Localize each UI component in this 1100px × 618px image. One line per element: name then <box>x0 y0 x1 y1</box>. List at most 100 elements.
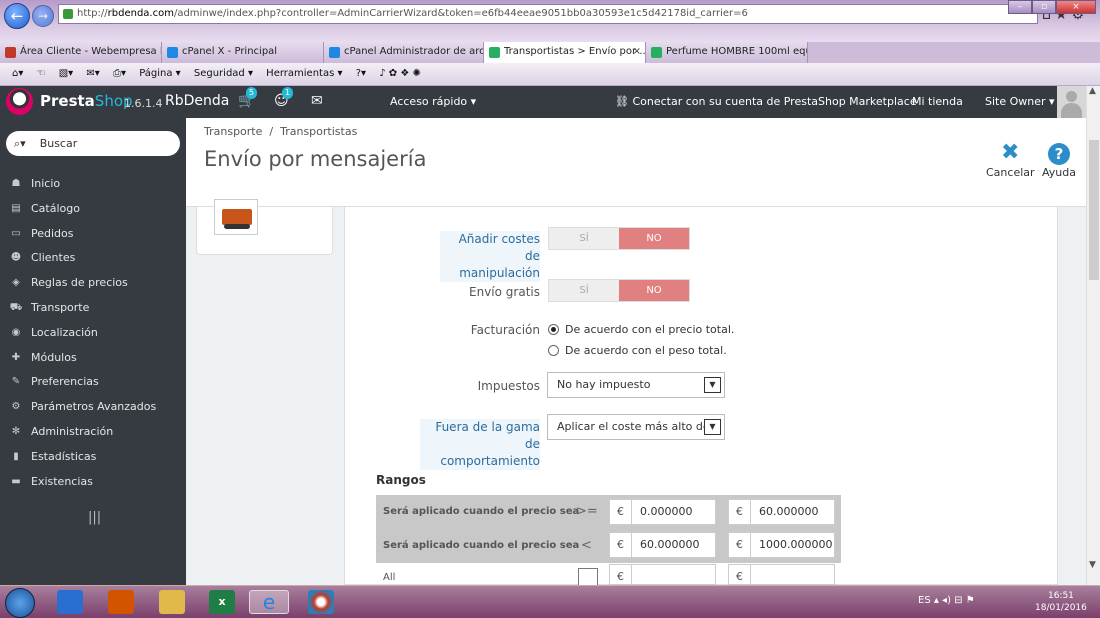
ranges-title: Rangos <box>376 473 426 487</box>
tax-select[interactable]: No hay impuesto ▼ <box>547 372 725 398</box>
breadcrumb-transportistas[interactable]: Transportistas <box>280 125 357 138</box>
customer-icon[interactable]: ☺ 1 <box>274 87 294 109</box>
avatar[interactable] <box>1057 86 1086 118</box>
range-to-input[interactable]: €1000.000000 <box>728 532 835 558</box>
out-of-range-select[interactable]: Aplicar el coste más alto de l ▼ <box>547 414 725 440</box>
sidebar-item-parametros-avanzados[interactable]: ⚙ Parámetros Avanzados <box>0 395 186 420</box>
collapse-sidebar-icon[interactable]: ||| <box>88 510 101 525</box>
search-icon[interactable]: ⌕▾ <box>14 137 26 150</box>
range-from-input[interactable]: €60.000000 <box>609 532 716 558</box>
cancel-button[interactable]: ✖ Cancelar <box>986 140 1035 179</box>
admin-sidebar: ⌕▾ Buscar ☗ Inicio ▤ Catálogo ▭ Pedidos ☻ Cli… <box>0 118 186 585</box>
version: 1.6.1.4 <box>124 97 163 110</box>
billing-label: Facturación <box>470 323 540 337</box>
billing-radio-weight[interactable]: De acuerdo con el peso total. <box>548 344 727 358</box>
marketplace-connect-link[interactable]: ⛓ Conectar con su cuenta de PrestaShop M… <box>615 95 917 108</box>
tray-icons[interactable]: ▴ ◂) ⊟ ⚑ <box>931 595 975 606</box>
feeds-icon[interactable]: ▧▾ <box>59 68 73 79</box>
book-icon: ▤ <box>11 202 21 214</box>
hand-icon[interactable]: ☜ <box>37 68 46 79</box>
address-bar[interactable]: http://rbdenda.com/adminwe/index.php?con… <box>58 4 1038 24</box>
print-icon[interactable]: ⎙▾ <box>113 68 126 79</box>
switch-no[interactable]: NO <box>619 280 689 301</box>
clock[interactable]: 16:51 18/01/2016 <box>1035 590 1087 614</box>
switch-yes[interactable]: SÍ <box>549 228 619 249</box>
sidebar-menu: ☗ Inicio ▤ Catálogo ▭ Pedidos ☻ Clientes ◈ Re… <box>0 172 186 494</box>
mail-icon[interactable]: ✉▾ <box>86 68 99 79</box>
page-scrollbar[interactable]: ▲ ▼ <box>1086 86 1100 585</box>
sidebar-item-administracion[interactable]: ✻ Administración <box>0 420 186 445</box>
page-menu[interactable]: Página ▾ <box>139 68 181 79</box>
back-button[interactable]: ← <box>4 3 30 29</box>
minimize-button[interactable]: – <box>1008 0 1032 14</box>
switch-no[interactable]: NO <box>619 228 689 249</box>
range-from-input[interactable]: €0.000000 <box>609 499 716 525</box>
browser-tab-transportistas[interactable]: Transportistas > Envío por ... × <box>484 42 646 63</box>
free-shipping-label: Envío gratis <box>469 285 540 299</box>
close-window-button[interactable]: × <box>1056 0 1096 14</box>
excel-icon[interactable]: x <box>209 590 235 614</box>
media-player-icon[interactable] <box>57 590 83 614</box>
sidebar-item-catalogo[interactable]: ▤ Catálogo <box>0 197 186 222</box>
range-to-input[interactable]: €60.000000 <box>728 499 835 525</box>
home-icon[interactable]: ⌂▾ <box>12 68 23 79</box>
brand[interactable]: PrestaShop <box>40 92 133 110</box>
sidebar-item-pedidos[interactable]: ▭ Pedidos <box>0 222 186 247</box>
sidebar-item-clientes[interactable]: ☻ Clientes <box>0 246 186 271</box>
close-tab-icon[interactable]: × <box>633 42 641 62</box>
free-shipping-switch[interactable]: SÍ NO <box>548 279 690 302</box>
internet-explorer-icon[interactable]: e <box>249 590 289 614</box>
prestashop-logo-icon[interactable] <box>6 88 33 115</box>
radio-checked-icon <box>548 324 559 335</box>
browser-tab-cpanel[interactable]: cPanel X - Principal <box>162 42 324 63</box>
tools-menu[interactable]: Herramientas ▾ <box>266 68 342 79</box>
security-menu[interactable]: Seguridad ▾ <box>194 68 253 79</box>
quick-access-menu[interactable]: Acceso rápido ▾ <box>390 95 476 108</box>
my-shop-link[interactable]: Mi tienda <box>912 95 963 108</box>
switch-yes[interactable]: SÍ <box>549 280 619 301</box>
browser-tab-perfume[interactable]: Perfume HOMBRE 100ml equi... <box>646 42 808 63</box>
extension-icons[interactable]: ♪ ✿ ❖ ✺ <box>379 68 421 79</box>
scroll-up-icon[interactable]: ▲ <box>1089 86 1096 96</box>
all-price-input[interactable]: € <box>728 564 835 585</box>
folder-icon[interactable] <box>159 590 185 614</box>
employee-menu[interactable]: Site Owner ▾ <box>985 95 1055 108</box>
search-input[interactable]: ⌕▾ Buscar <box>6 131 180 156</box>
store-icon[interactable] <box>108 590 134 614</box>
sidebar-item-preferencias[interactable]: ✎ Preferencias <box>0 370 186 395</box>
breadcrumb: Transporte / Transportistas <box>204 125 358 138</box>
browser-tab-webempresa[interactable]: Área Cliente - Webempresa Eu... <box>0 42 162 63</box>
breadcrumb-transporte[interactable]: Transporte <box>204 125 262 138</box>
sidebar-item-modulos[interactable]: ✚ Módulos <box>0 346 186 371</box>
link-icon: ⛓ <box>615 95 633 108</box>
window-controls: – ▫ × <box>1008 0 1096 14</box>
browser-tab-cpanel-files[interactable]: cPanel Administrador de archi... <box>324 42 484 63</box>
billing-radio-price[interactable]: De acuerdo con el precio total. <box>548 323 734 337</box>
sidebar-item-inicio[interactable]: ☗ Inicio <box>0 172 186 197</box>
language-indicator[interactable]: ES <box>918 595 931 606</box>
maximize-button[interactable]: ▫ <box>1032 0 1056 14</box>
help-button[interactable]: ? Ayuda <box>1042 140 1076 179</box>
sidebar-item-transporte[interactable]: ⛟ Transporte <box>0 296 186 321</box>
sidebar-item-existencias[interactable]: ▬ Existencias <box>0 470 186 495</box>
sidebar-item-localizacion[interactable]: ◉ Localización <box>0 321 186 346</box>
scroll-down-icon[interactable]: ▼ <box>1089 560 1096 570</box>
dashboard-icon: ☗ <box>11 178 21 189</box>
browser-titlebar: ← → http://rbdenda.com/adminwe/index.php… <box>0 0 1100 42</box>
app-icon[interactable] <box>308 590 334 614</box>
scroll-thumb[interactable] <box>1089 140 1099 280</box>
cart-icon[interactable]: 🛒 5 <box>238 87 258 109</box>
help-icon[interactable]: ?▾ <box>356 68 366 79</box>
handling-costs-switch[interactable]: SÍ NO <box>548 227 690 250</box>
windows-taskbar: x e ES ▴ ◂) ⊟ ⚑ 16:51 18/01/2016 <box>0 585 1100 618</box>
shop-name[interactable]: RbDenda <box>165 93 229 109</box>
gear-icon: ✻ <box>11 425 21 437</box>
admin-header: PrestaShop 1.6.1.4 RbDenda 🛒 5 ☺ 1 ✉ Acces… <box>0 86 1086 118</box>
start-button[interactable] <box>5 588 35 618</box>
sidebar-item-estadisticas[interactable]: ▮ Estadísticas <box>0 445 186 470</box>
chevron-down-icon: ▼ <box>704 377 721 393</box>
messages-icon[interactable]: ✉ <box>311 93 323 109</box>
sidebar-item-reglas-precios[interactable]: ◈ Reglas de precios <box>0 271 186 296</box>
all-price-input[interactable]: € <box>609 564 716 585</box>
forward-button[interactable]: → <box>32 5 54 27</box>
